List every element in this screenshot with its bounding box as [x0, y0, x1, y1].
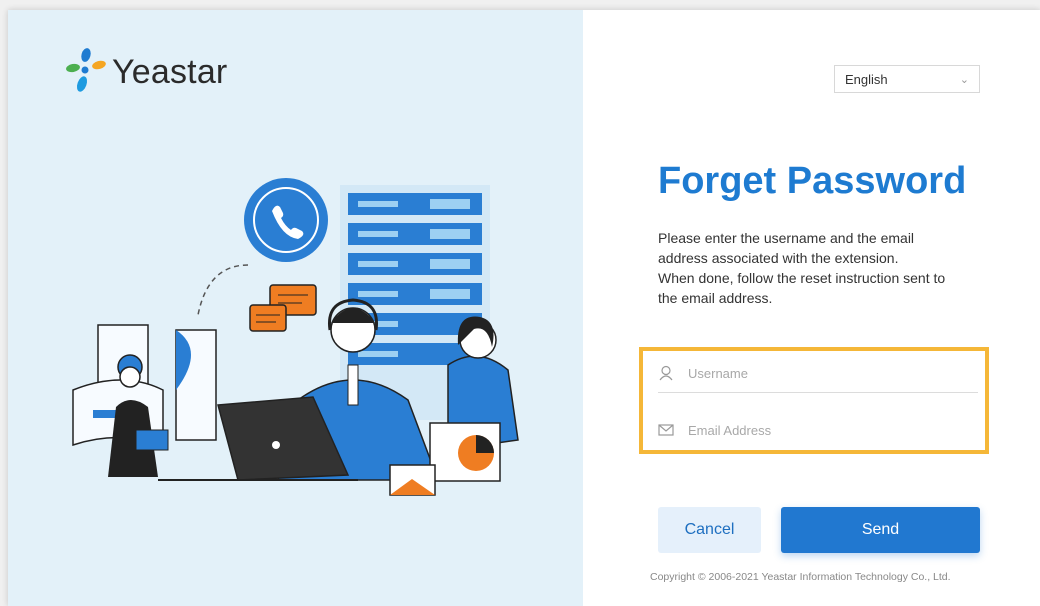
illustration-panel: Yeastar	[8, 10, 583, 606]
username-input[interactable]	[686, 364, 950, 382]
instruction-line: the email address.	[658, 290, 773, 306]
send-button[interactable]: Send	[781, 507, 980, 553]
brand-name: Yeastar	[112, 52, 228, 91]
envelope-icon	[658, 424, 674, 436]
instructions: Please enter the username and the email …	[658, 228, 978, 308]
language-selected: English	[845, 71, 888, 87]
woman-with-screens	[72, 324, 217, 477]
yeastar-logo-icon	[66, 48, 106, 92]
form-panel: English ⌄ Forget Password Please enter t…	[583, 10, 1040, 606]
page-title: Forget Password	[658, 160, 967, 202]
language-select[interactable]: English ⌄	[834, 65, 980, 93]
login-window: Yeastar English ⌄ Forget Password Please…	[8, 10, 1040, 606]
instruction-line: address associated with the extension.	[658, 250, 899, 266]
phone-call-icon	[244, 178, 328, 262]
user-icon	[659, 365, 673, 381]
chevron-down-icon: ⌄	[959, 73, 969, 86]
envelope-illustration	[389, 464, 436, 496]
instruction-line: When done, follow the reset instruction …	[658, 270, 946, 286]
instruction-line: Please enter the username and the email	[658, 230, 915, 246]
cancel-button[interactable]: Cancel	[658, 507, 761, 553]
chat-bubbles-icon	[249, 284, 317, 332]
brand-logo: Yeastar	[64, 46, 227, 98]
copyright-text: Copyright © 2006-2021 Yeastar Informatio…	[650, 571, 951, 583]
username-field	[658, 354, 978, 393]
support-illustration	[72, 178, 519, 496]
email-input[interactable]	[686, 421, 950, 439]
email-field	[658, 411, 978, 449]
